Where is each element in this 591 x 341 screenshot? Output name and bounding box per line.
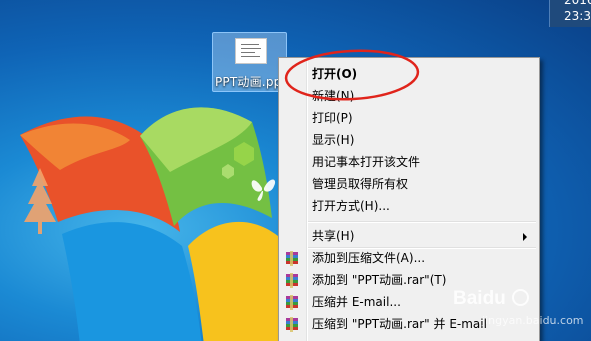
menu-item-label: 显示(H) (312, 133, 355, 147)
desktop[interactable]: 2016 23:3 PPT动画.ppt 打开(O) 新建(N) 打印(P) 显示… (0, 0, 591, 341)
menu-item-label: 压缩到 "PPT动画.rar" 并 E-mail (312, 317, 487, 331)
menu-item-print[interactable]: 打印(P) (279, 108, 539, 129)
desktop-file-icon[interactable]: PPT动画.ppt (212, 32, 287, 92)
menu-item-label: 打开(O) (312, 67, 358, 81)
winrar-icon (285, 295, 299, 310)
menu-item-label: 用记事本打开该文件 (312, 155, 421, 169)
menu-item-new[interactable]: 新建(N) (279, 86, 539, 107)
winrar-icon (285, 273, 299, 288)
menu-item-label: 压缩并 E-mail... (312, 295, 401, 309)
menu-item-take-ownership[interactable]: 管理员取得所有权 (279, 174, 539, 195)
menu-item-label: 打开方式(H)... (312, 199, 390, 213)
menu-item-label: 打印(P) (312, 111, 353, 125)
watermark-url: jingyan.baidu.com (482, 314, 584, 327)
menu-item-label: 新建(N) (312, 89, 355, 103)
menu-item-label: 管理员取得所有权 (312, 177, 409, 191)
menu-item-open-with[interactable]: 打开方式(H)... (279, 196, 539, 217)
menu-item-label: 添加到 "PPT动画.rar"(T) (312, 273, 447, 287)
menu-item-share[interactable]: 共享(H) (279, 226, 539, 247)
submenu-arrow-icon (523, 233, 527, 241)
baidu-watermark: Baidu (453, 288, 530, 310)
menu-item-open-with-notepad[interactable]: 用记事本打开该文件 (279, 152, 539, 173)
winrar-icon (285, 251, 299, 266)
menu-item-add-to-archive[interactable]: 添加到压缩文件(A)... (279, 248, 539, 269)
clock-time: 23:3 (564, 9, 591, 23)
windows-logo (20, 107, 282, 341)
taskbar-clock[interactable]: 2016 23:3 (549, 0, 591, 27)
menu-item-open[interactable]: 打开(O) (279, 64, 539, 85)
winrar-icon (285, 317, 299, 332)
menu-item-show[interactable]: 显示(H) (279, 130, 539, 151)
watermark-brand: Baidu (453, 288, 506, 309)
desktop-file-label: PPT动画.ppt (215, 75, 287, 89)
clock-date: 2016 (564, 0, 591, 7)
menu-item-label: 添加到压缩文件(A)... (312, 251, 426, 265)
ppt-file-icon (235, 38, 267, 64)
baidu-paw-icon (512, 289, 530, 306)
menu-item-label: 共享(H) (312, 229, 355, 243)
menu-separator (308, 221, 536, 223)
